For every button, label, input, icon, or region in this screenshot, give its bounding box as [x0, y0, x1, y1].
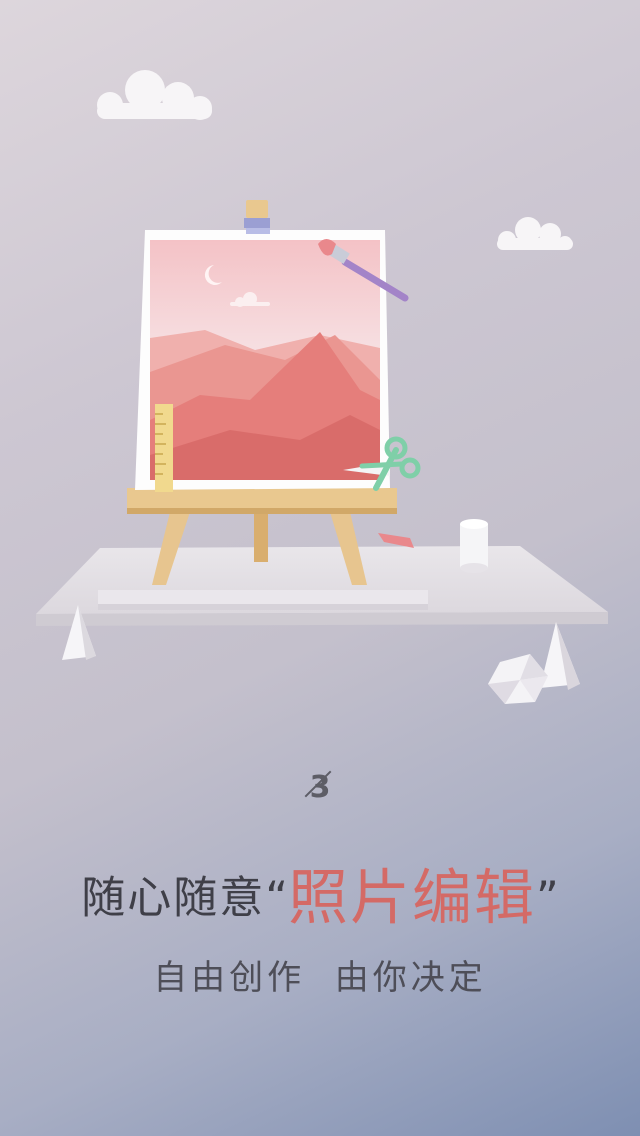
- pencil-eraser-icon: [378, 533, 414, 548]
- headline-highlight: 照片编辑: [288, 863, 536, 934]
- cloud-icon: [97, 70, 212, 120]
- quote-open: “: [265, 872, 288, 924]
- quote-close: ”: [536, 872, 559, 924]
- polyhedron-icon: [488, 654, 548, 704]
- cylinder-icon: [460, 519, 488, 573]
- subtitle: 自由创作 由你决定: [153, 958, 487, 998]
- cloud-icon: [497, 217, 573, 250]
- canvas-painting-icon: [135, 200, 390, 490]
- page-number: 3: [309, 770, 331, 805]
- headline-lead: 随心随意: [81, 872, 266, 924]
- shelf-platform: [36, 546, 608, 626]
- illustration-scene: [36, 70, 608, 704]
- headline: 随心随意“照片编辑”: [0, 858, 640, 939]
- ruler-icon: [155, 404, 173, 492]
